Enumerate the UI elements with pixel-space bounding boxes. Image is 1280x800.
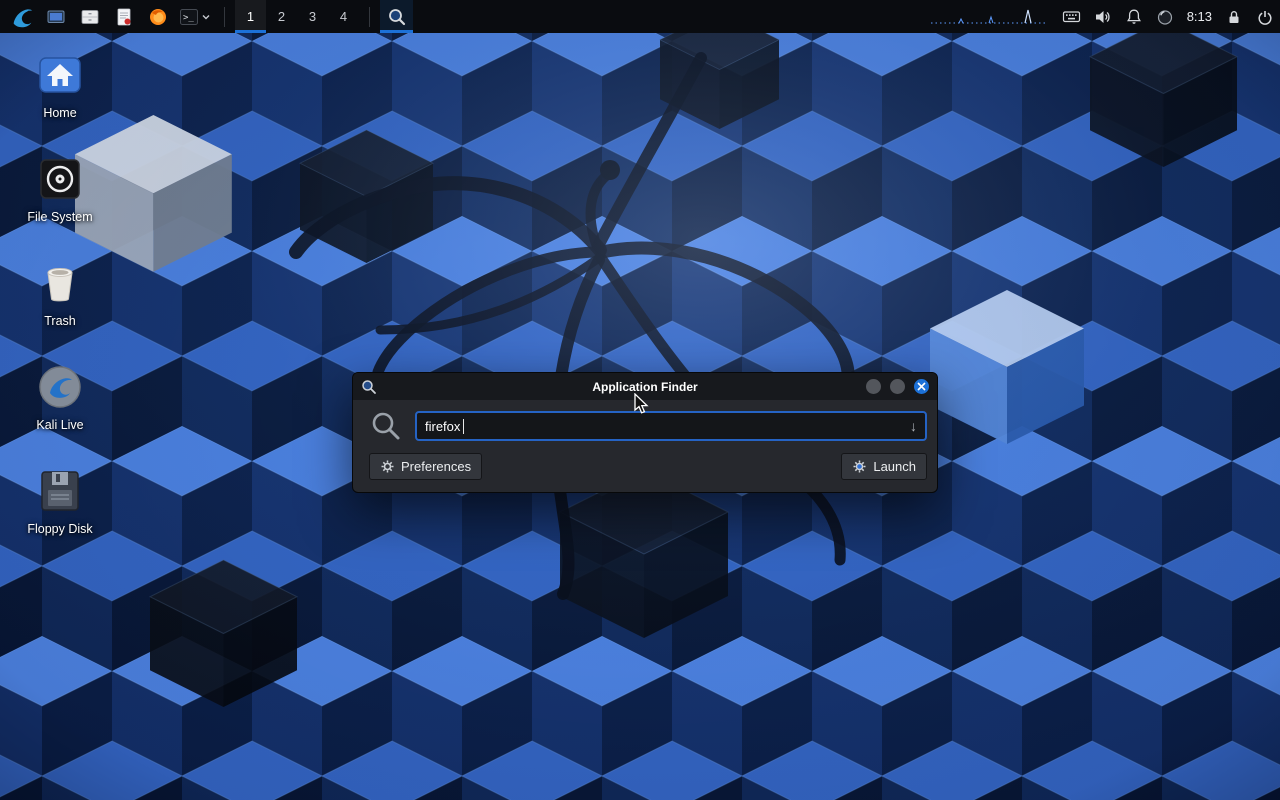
volume-tray-button[interactable] [1094, 8, 1112, 26]
keyboard-tray-button[interactable] [1062, 7, 1081, 26]
home-folder-icon [37, 52, 83, 98]
dropdown-arrow-icon[interactable]: ↓ [910, 418, 917, 434]
text-cursor [463, 419, 464, 434]
launch-gear-icon [852, 459, 867, 474]
network-graph-icon [929, 5, 1049, 29]
firefox-icon [148, 7, 168, 27]
power-button[interactable] [1256, 8, 1274, 26]
close-button[interactable] [914, 379, 929, 394]
window-icon [46, 7, 66, 27]
button-row: Preferences Launch [363, 453, 927, 480]
status-circle-icon [1156, 8, 1174, 26]
clock[interactable]: 8:13 [1187, 9, 1212, 24]
desktop-icon-label: Home [43, 106, 76, 120]
application-finder-window-icon [361, 379, 377, 395]
desktop-icon-file-system[interactable]: File System [12, 156, 108, 224]
search-query-text: firefox [425, 419, 460, 434]
text-editor-launcher-button[interactable] [108, 0, 139, 33]
desktop-icon-kali-live[interactable]: Kali Live [12, 364, 108, 432]
window-launcher-button[interactable] [40, 0, 71, 33]
floppy-disk-icon [37, 468, 83, 514]
lock-screen-button[interactable] [1225, 8, 1243, 26]
firefox-launcher-button[interactable] [142, 0, 173, 33]
network-monitor-graph[interactable] [929, 5, 1049, 29]
keyboard-icon [1062, 7, 1081, 26]
desktop: >_ 1 2 3 4 [0, 0, 1280, 800]
panel-separator [224, 7, 225, 27]
bell-icon [1125, 8, 1143, 26]
kali-logo-icon [9, 4, 35, 30]
terminal-launcher-button[interactable]: >_ [176, 0, 214, 33]
lock-icon [1225, 8, 1243, 26]
mouse-cursor [634, 393, 654, 415]
preferences-button[interactable]: Preferences [369, 453, 482, 480]
panel-left: >_ 1 2 3 4 [6, 0, 413, 33]
trash-icon [37, 260, 83, 306]
maximize-button[interactable] [890, 379, 905, 394]
window-buttons [866, 379, 929, 394]
kali-live-icon [37, 364, 83, 410]
desktop-icon-label: File System [27, 210, 92, 224]
window-title: Application Finder [361, 380, 929, 394]
taskbar-item-application-finder[interactable] [380, 0, 413, 33]
desktop-icon-label: Floppy Disk [27, 522, 92, 536]
desktop-icon-floppy-disk[interactable]: Floppy Disk [12, 468, 108, 536]
gear-icon [380, 459, 395, 474]
workspace-button-2[interactable]: 2 [266, 0, 297, 33]
search-input[interactable]: firefox ↓ [415, 411, 927, 441]
panel-right: 8:13 [929, 0, 1274, 33]
desktop-icon-label: Trash [44, 314, 76, 328]
text-editor-icon [114, 7, 134, 27]
panel-separator [369, 7, 370, 27]
preferences-button-label: Preferences [401, 459, 471, 474]
desktop-icon-trash[interactable]: Trash [12, 260, 108, 328]
status-tray-button[interactable] [1156, 8, 1174, 26]
search-icon [370, 410, 402, 442]
workspace-button-3[interactable]: 3 [297, 0, 328, 33]
terminal-icon: >_ [179, 7, 199, 27]
launch-button-label: Launch [873, 459, 916, 474]
minimize-button[interactable] [866, 379, 881, 394]
desktop-icon-home[interactable]: Home [12, 52, 108, 120]
workspace-switcher: 1 2 3 4 [235, 0, 359, 33]
svg-text:>_: >_ [183, 13, 194, 23]
desktop-icon-list: Home File System Trash Kal [12, 52, 108, 536]
workspace-button-1[interactable]: 1 [235, 0, 266, 33]
close-icon [917, 382, 926, 391]
file-system-icon [37, 156, 83, 202]
chevron-down-icon [201, 12, 211, 22]
file-manager-launcher-button[interactable] [74, 0, 105, 33]
desktop-icon-label: Kali Live [36, 418, 83, 432]
launch-button[interactable]: Launch [841, 453, 927, 480]
file-manager-icon [80, 7, 100, 27]
top-panel: >_ 1 2 3 4 [0, 0, 1280, 33]
search-icon [387, 7, 407, 27]
notifications-tray-button[interactable] [1125, 8, 1143, 26]
workspace-button-4[interactable]: 4 [328, 0, 359, 33]
volume-icon [1094, 8, 1112, 26]
application-finder-window: Application Finder firefox [352, 372, 938, 493]
power-icon [1256, 8, 1274, 26]
kali-menu-button[interactable] [6, 0, 37, 33]
